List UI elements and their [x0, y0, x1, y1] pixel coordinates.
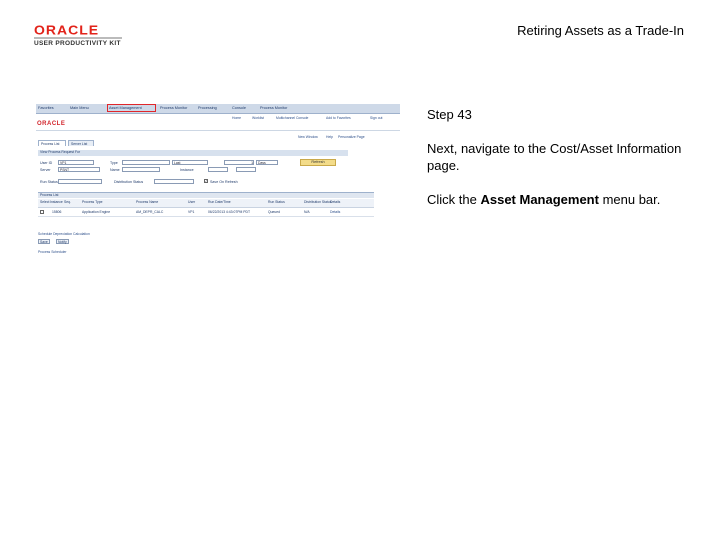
nav-multichannel[interactable]: Multichannel Console: [276, 116, 308, 120]
link-process-scheduler[interactable]: Process Scheduler: [38, 250, 66, 254]
menu-process-monitor-2[interactable]: Process Monitor: [260, 106, 287, 110]
cell-run-status: Queued: [268, 210, 281, 214]
menu-process-monitor[interactable]: Process Monitor: [160, 106, 187, 110]
cell-run-date: 06/22/2013 4:43:07PM PDT: [208, 210, 251, 214]
save-on-refresh-checkbox[interactable]: ✓: [204, 179, 208, 183]
run-status-select[interactable]: [58, 179, 102, 184]
logo-subtitle: USER PRODUCTIVITY KIT: [34, 40, 121, 47]
tab-server-list[interactable]: Server List: [68, 140, 94, 146]
menu-processing[interactable]: Processing: [198, 106, 217, 110]
step-action: Click the Asset Management menu bar.: [427, 191, 697, 208]
logo-divider: [34, 37, 122, 39]
col-seq[interactable]: Seq.: [64, 200, 71, 204]
col-dist-status[interactable]: Distribution Status: [304, 200, 332, 204]
nav-sign-out[interactable]: Sign out: [370, 116, 382, 120]
col-process-name[interactable]: Process Name: [136, 200, 158, 204]
oracle-upk-logo: ORACLE USER PRODUCTIVITY KIT: [34, 22, 134, 48]
last-unit-select[interactable]: Days: [256, 160, 278, 165]
label-user-id: User ID: [40, 161, 53, 165]
cell-user: VP1: [188, 210, 195, 214]
col-select[interactable]: Select: [40, 200, 49, 204]
instance-from-field[interactable]: [208, 167, 228, 172]
link-personalize[interactable]: Personalize Page: [338, 135, 365, 139]
label-server: Server: [40, 168, 51, 172]
link-new-window[interactable]: New Window: [298, 135, 318, 139]
col-details[interactable]: Details: [330, 200, 340, 204]
step-instructions: Step 43 Next, navigate to the Cost/Asset…: [427, 106, 697, 225]
label-name: Name: [110, 168, 120, 172]
refresh-button[interactable]: Refresh: [300, 159, 336, 166]
last-number-field[interactable]: 1: [224, 160, 254, 165]
label-type: Type: [110, 161, 118, 165]
notify-button[interactable]: Notify: [56, 239, 69, 244]
col-instance[interactable]: Instance: [50, 200, 63, 204]
menu-console[interactable]: Console: [232, 106, 246, 110]
link-schedule-depreciation[interactable]: Schedule Depreciation Calculation: [38, 232, 90, 236]
step-instruction: Next, navigate to the Cost/Asset Informa…: [427, 141, 682, 173]
server-select[interactable]: PSNT: [58, 167, 100, 172]
menu-bar: Favorites Main Menu Asset Management Pro…: [36, 104, 400, 114]
label-run-status: Run Status: [40, 180, 58, 184]
application-screenshot: Favorites Main Menu Asset Management Pro…: [36, 104, 400, 258]
type-select[interactable]: [122, 160, 170, 165]
label-instance: Instance: [180, 168, 194, 172]
instance-to-field[interactable]: [236, 167, 256, 172]
logo-wordmark: ORACLE: [34, 22, 100, 38]
user-id-field[interactable]: VP1: [58, 160, 94, 165]
tab-process-list[interactable]: Process List: [38, 140, 66, 146]
step-number: Step 43: [427, 107, 472, 122]
dist-status-select[interactable]: [154, 179, 194, 184]
slide-title: Retiring Assets as a Trade-In: [517, 23, 684, 38]
name-field[interactable]: [122, 167, 160, 172]
row-select-checkbox[interactable]: [40, 210, 44, 214]
last-select[interactable]: Last: [172, 160, 208, 165]
oracle-mini-logo: ORACLE: [37, 121, 66, 127]
col-run-date[interactable]: Run Date/Time: [208, 200, 231, 204]
cell-process-type: Application Engine: [82, 210, 111, 214]
section-header: View Process Request For: [38, 150, 348, 156]
save-button[interactable]: Save: [38, 239, 50, 244]
nav-home[interactable]: Home: [232, 116, 241, 120]
nav-worklist[interactable]: Worklist: [252, 116, 264, 120]
nav-add-favorites[interactable]: Add to Favorites: [326, 116, 351, 120]
action-target: Asset Management: [480, 192, 599, 207]
menu-favorites[interactable]: Favorites: [38, 106, 54, 110]
col-process-type[interactable]: Process Type: [82, 200, 102, 204]
highlight-box: [107, 104, 156, 112]
col-user[interactable]: User: [188, 200, 195, 204]
label-dist-status: Distribution Status: [114, 180, 144, 184]
cell-instance: 15806: [52, 210, 62, 214]
cell-details-link[interactable]: Details: [330, 210, 340, 214]
cell-dist-status: N/A: [304, 210, 310, 214]
link-help[interactable]: Help: [326, 135, 333, 139]
process-list-header: Process List: [38, 192, 374, 198]
menu-main-menu[interactable]: Main Menu: [70, 106, 89, 110]
col-run-status[interactable]: Run Status: [268, 200, 285, 204]
action-prefix: Click the: [427, 192, 481, 207]
action-suffix: menu bar.: [598, 192, 661, 207]
cell-process-name: AM_DEPR_CALC: [136, 210, 164, 214]
label-save-on-refresh: Save On Refresh: [210, 180, 238, 184]
